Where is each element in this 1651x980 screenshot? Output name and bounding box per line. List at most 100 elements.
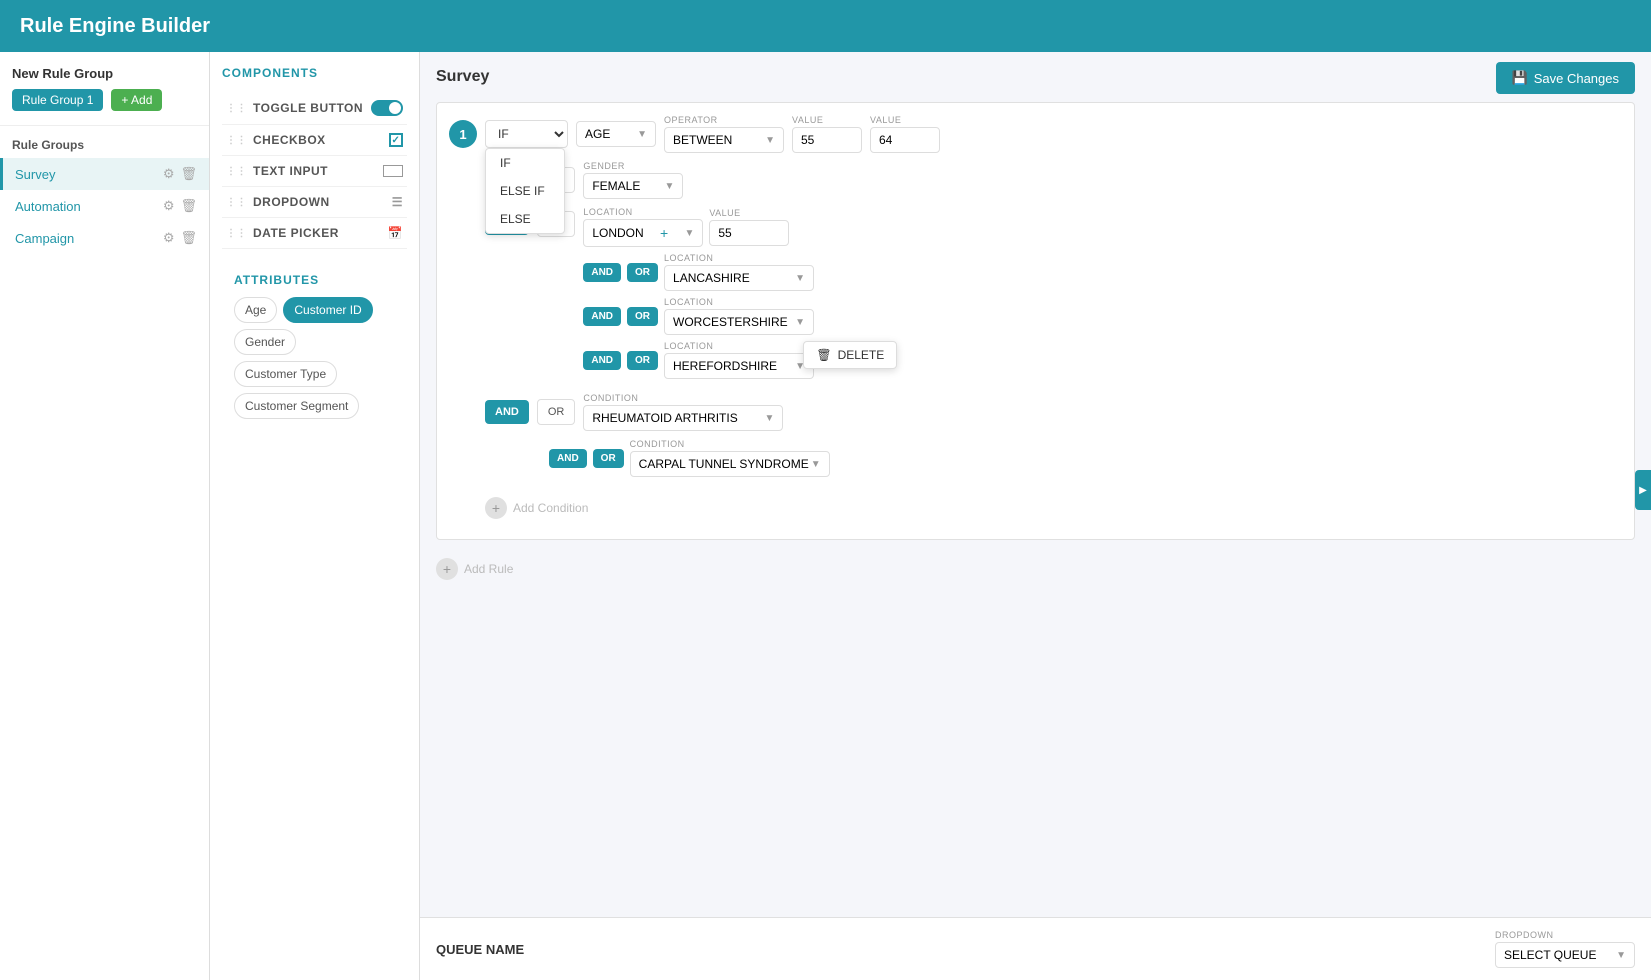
app-title: Rule Engine Builder bbox=[20, 15, 210, 38]
or-sub-3[interactable]: OR bbox=[627, 351, 658, 370]
dropdown-type-label: DROPDOWN bbox=[1495, 930, 1635, 940]
age-select[interactable]: AGE ▼ bbox=[576, 121, 656, 147]
attr-age[interactable]: Age bbox=[234, 297, 277, 323]
if-option-else-if[interactable]: ELSE IF bbox=[486, 177, 564, 205]
delete-icon-automation[interactable]: 🗑 bbox=[180, 198, 197, 214]
delete-popup[interactable]: 🗑 DELETE bbox=[803, 341, 897, 369]
save-changes-label: Save Changes bbox=[1534, 71, 1619, 86]
queue-select-value: SELECT QUEUE bbox=[1504, 948, 1596, 962]
sub-condition-select[interactable]: CARPAL TUNNEL SYNDROME ▼ bbox=[630, 451, 830, 477]
and-sub-cond[interactable]: AND bbox=[549, 449, 587, 468]
location-value: LONDON bbox=[592, 226, 643, 240]
component-date-picker[interactable]: ⋮⋮ DATE PICKER 📅 bbox=[222, 218, 407, 249]
component-toggle-button[interactable]: ⋮⋮ TOGGLE BUTTON bbox=[222, 92, 407, 125]
sub-location-1: LOCATION LANCASHIRE ▼ bbox=[664, 253, 814, 291]
attr-gender[interactable]: Gender bbox=[234, 329, 296, 355]
add-condition-button[interactable]: + Add Condition bbox=[485, 489, 1622, 527]
sub-location-1-select[interactable]: LANCASHIRE ▼ bbox=[664, 265, 814, 291]
sub-location-2-select[interactable]: WORCESTERSHIRE ▼ bbox=[664, 309, 814, 335]
save-changes-button[interactable]: 💾 Save Changes bbox=[1496, 62, 1635, 94]
delete-label: DELETE bbox=[838, 348, 885, 362]
value2-field: VALUE bbox=[870, 115, 940, 153]
survey-title: Survey bbox=[436, 68, 1635, 86]
sub-loc-2-arrow: ▼ bbox=[795, 317, 805, 328]
and-sub-1[interactable]: AND bbox=[583, 263, 621, 282]
component-dropdown[interactable]: ⋮⋮ DROPDOWN ☰ bbox=[222, 187, 407, 218]
condition1-field: CONDITION RHEUMATOID ARTHRITIS ▼ bbox=[583, 393, 783, 431]
rule-group-tag[interactable]: Rule Group 1 bbox=[12, 89, 103, 111]
delete-icon-campaign[interactable]: 🗑 bbox=[180, 230, 197, 246]
or-button-3[interactable]: OR bbox=[537, 399, 576, 425]
condition1-value: RHEUMATOID ARTHRITIS bbox=[592, 411, 737, 425]
settings-icon-automation[interactable]: ⚙ bbox=[163, 198, 175, 214]
delete-icon-survey[interactable]: 🗑 bbox=[180, 166, 197, 182]
operator-value: BETWEEN bbox=[673, 133, 732, 147]
component-textinput-label: TEXT INPUT bbox=[253, 164, 328, 178]
sub-location-row-2: AND OR LOCATION WORCESTERSHIRE ▼ bbox=[583, 297, 814, 335]
settings-icon-campaign[interactable]: ⚙ bbox=[163, 230, 175, 246]
gender-value: FEMALE bbox=[592, 179, 640, 193]
or-sub-cond[interactable]: OR bbox=[593, 449, 624, 468]
calendar-icon: 📅 bbox=[388, 226, 403, 240]
queue-section: QUEUE NAME DROPDOWN SELECT QUEUE ▼ bbox=[420, 917, 1651, 980]
if-option-else[interactable]: ELSE bbox=[486, 205, 564, 233]
gender-select[interactable]: FEMALE ▼ bbox=[583, 173, 683, 199]
components-panel: COMPONENTS ⋮⋮ TOGGLE BUTTON ⋮⋮ CHECKBOX … bbox=[210, 52, 420, 980]
location-value-input[interactable] bbox=[709, 220, 789, 246]
component-text-input[interactable]: ⋮⋮ TEXT INPUT bbox=[222, 156, 407, 187]
value2-input[interactable] bbox=[870, 127, 940, 153]
if-select[interactable]: IF ELSE IF ELSE bbox=[485, 120, 568, 148]
left-sidebar: New Rule Group Rule Group 1 + Add Rule G… bbox=[0, 52, 210, 980]
sidebar-item-campaign[interactable]: Campaign ⚙ 🗑 bbox=[0, 222, 209, 254]
sidebar-item-survey[interactable]: Survey ⚙ 🗑 bbox=[0, 158, 209, 190]
component-checkbox-label: CHECKBOX bbox=[253, 133, 326, 147]
operator-label: OPERATOR bbox=[664, 115, 784, 125]
sub-location-2-label: LOCATION bbox=[664, 297, 814, 307]
or-sub-1[interactable]: OR bbox=[627, 263, 658, 282]
new-rule-group-section: New Rule Group Rule Group 1 + Add bbox=[0, 52, 209, 126]
location-label: LOCATION bbox=[583, 207, 703, 217]
value1-input[interactable] bbox=[792, 127, 862, 153]
main-layout: New Rule Group Rule Group 1 + Add Rule G… bbox=[0, 52, 1651, 980]
component-checkbox[interactable]: ⋮⋮ CHECKBOX ✓ bbox=[222, 125, 407, 156]
sidebar-item-label-campaign: Campaign bbox=[15, 231, 74, 246]
sub-condition: CONDITION CARPAL TUNNEL SYNDROME ▼ bbox=[630, 439, 830, 477]
queue-arrow-icon: ▼ bbox=[1616, 950, 1626, 961]
add-rule-button[interactable]: + Add Rule bbox=[436, 550, 1635, 588]
dropdown-icon: ☰ bbox=[392, 195, 403, 209]
sidebar-item-label-survey: Survey bbox=[15, 167, 55, 182]
attr-customer-id[interactable]: Customer ID bbox=[283, 297, 372, 323]
settings-icon-survey[interactable]: ⚙ bbox=[163, 166, 175, 182]
or-sub-2[interactable]: OR bbox=[627, 307, 658, 326]
sub-location-3-select[interactable]: HEREFORDSHIRE ▼ bbox=[664, 353, 814, 379]
condition1-select[interactable]: RHEUMATOID ARTHRITIS ▼ bbox=[583, 405, 783, 431]
sidebar-item-automation[interactable]: Automation ⚙ 🗑 bbox=[0, 190, 209, 222]
add-button[interactable]: + Add bbox=[111, 89, 162, 111]
if-option-if[interactable]: IF bbox=[486, 149, 564, 177]
and-sub-3[interactable]: AND bbox=[583, 351, 621, 370]
new-rule-group-label: New Rule Group bbox=[12, 66, 197, 81]
operator-field: OPERATOR BETWEEN ▼ bbox=[664, 115, 784, 153]
and-sub-2[interactable]: AND bbox=[583, 307, 621, 326]
queue-name-label: QUEUE NAME bbox=[436, 942, 524, 957]
add-rule-label: Add Rule bbox=[464, 562, 513, 576]
condition1-label: CONDITION bbox=[583, 393, 783, 403]
attr-customer-segment[interactable]: Customer Segment bbox=[234, 393, 359, 419]
sub-location-row-3: AND OR LOCATION HEREFORDSHIRE ▼ bbox=[583, 341, 814, 379]
rule-group-icons-campaign: ⚙ 🗑 bbox=[163, 230, 197, 246]
operator-select[interactable]: BETWEEN ▼ bbox=[664, 127, 784, 153]
location-arrow-icon: ▼ bbox=[684, 228, 694, 239]
right-tab[interactable]: ▶ bbox=[1635, 470, 1651, 510]
attributes-section: ATTRIBUTES Age Customer ID Gender Custom… bbox=[222, 259, 407, 433]
rule-block-1: 1 IF ELSE IF ELSE IF ELSE IF ELSE bbox=[436, 102, 1635, 540]
component-dropdown-label: DROPDOWN bbox=[253, 195, 330, 209]
plus-icon: + bbox=[660, 225, 668, 241]
location-value-label: VALUE bbox=[709, 208, 789, 218]
sub-location-2: LOCATION WORCESTERSHIRE ▼ bbox=[664, 297, 814, 335]
value1-label: VALUE bbox=[792, 115, 862, 125]
attr-customer-type[interactable]: Customer Type bbox=[234, 361, 337, 387]
trash-icon: 🗑 bbox=[816, 348, 831, 362]
location-select[interactable]: LONDON + ▼ bbox=[583, 219, 703, 247]
and-button-3[interactable]: AND bbox=[485, 400, 529, 424]
queue-select[interactable]: SELECT QUEUE ▼ bbox=[1495, 942, 1635, 968]
